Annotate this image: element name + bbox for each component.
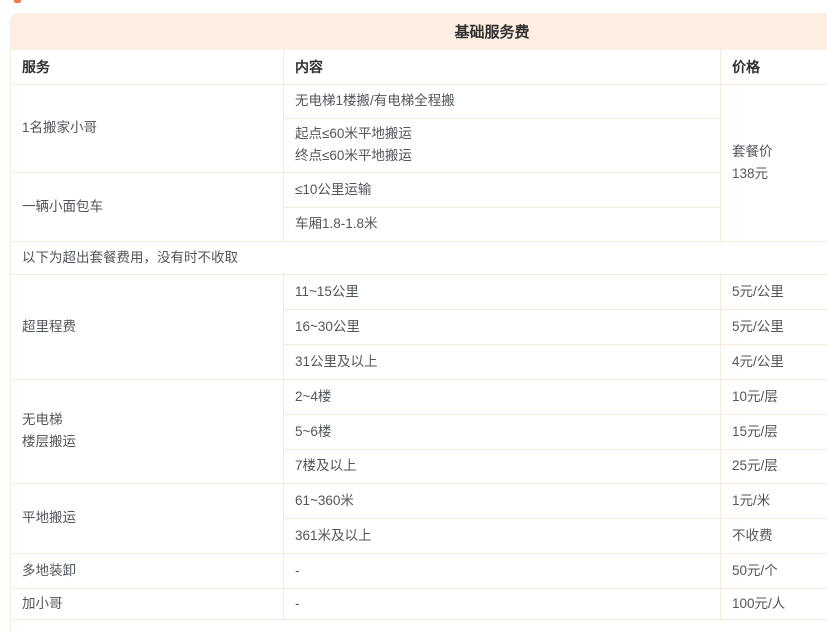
table-row: 加小哥 - 100元/人 xyxy=(11,588,827,619)
top-left-clipped-mark xyxy=(14,0,21,3)
table-row: 一辆小面包车 ≤10公里运输 xyxy=(11,172,827,207)
content-cell: - xyxy=(284,553,721,588)
table-row: 超里程费 11~15公里 5元/公里 xyxy=(11,274,827,309)
price-cell: 1元/米 xyxy=(721,483,827,518)
price-cell: 5元/公里 xyxy=(721,309,827,344)
content-cell: 车厢1.8-1.8米 xyxy=(284,207,721,241)
content-cell: 无电梯1楼搬/有电梯全程搬 xyxy=(284,84,721,118)
table-row: 多地装卸 - 50元/个 xyxy=(11,553,827,588)
price-cell: 25元/层 xyxy=(721,449,827,483)
package-price-cell: 套餐价 138元 xyxy=(721,84,827,241)
content-cell: 7楼及以上 xyxy=(284,449,721,483)
price-cell: 10元/层 xyxy=(721,379,827,414)
price-cell: 不收费 xyxy=(721,518,827,553)
content-cell: 31公里及以上 xyxy=(284,344,721,379)
content-cell: 起点≤60米平地搬运 终点≤60米平地搬运 xyxy=(284,118,721,172)
content-cell: 11~15公里 xyxy=(284,274,721,309)
service-cell-multistop: 多地装卸 xyxy=(11,553,284,588)
table-title-bar: 基础服务费 xyxy=(10,13,827,50)
service-cell-floors: 无电梯 楼层搬运 xyxy=(11,379,284,483)
price-cell: 5元/公里 xyxy=(721,274,827,309)
service-cell-flat-carry: 平地搬运 xyxy=(11,483,284,553)
table-row: 无电梯 楼层搬运 2~4楼 10元/层 xyxy=(11,379,827,414)
table-title: 基础服务费 xyxy=(454,21,529,42)
price-cell: 100元/人 xyxy=(721,588,827,619)
price-cell: 4元/公里 xyxy=(721,344,827,379)
service-cell-mover: 1名搬家小哥 xyxy=(11,84,284,172)
content-cell: 61~360米 xyxy=(284,483,721,518)
table-row: 平地搬运 61~360米 1元/米 xyxy=(11,483,827,518)
price-cell: 15元/层 xyxy=(721,414,827,449)
pricing-grid: 服务 内容 价格 1名搬家小哥 无电梯1楼搬/有电梯全程搬 套餐价 138元 起… xyxy=(10,50,827,632)
service-cell-extra-worker: 加小哥 xyxy=(11,588,284,619)
content-cell: ≤10公里运输 xyxy=(284,172,721,207)
clipped-empty-cell xyxy=(11,619,827,632)
extra-fees-notice: 以下为超出套餐费用，没有时不收取 xyxy=(11,241,827,274)
content-cell: - xyxy=(284,588,721,619)
col-header-price: 价格 xyxy=(721,50,827,84)
content-cell: 2~4楼 xyxy=(284,379,721,414)
page: 基础服务费 服务 内容 价格 1名搬家小哥 无电梯1楼搬/有电梯全程搬 套餐价 … xyxy=(0,0,827,632)
price-cell: 50元/个 xyxy=(721,553,827,588)
notice-row: 以下为超出套餐费用，没有时不收取 xyxy=(11,241,827,274)
content-cell: 5~6楼 xyxy=(284,414,721,449)
content-cell: 16~30公里 xyxy=(284,309,721,344)
clipped-row xyxy=(11,619,827,632)
pricing-table: 基础服务费 服务 内容 价格 1名搬家小哥 无电梯1楼搬/有电梯全程搬 套餐价 … xyxy=(10,13,827,632)
table-row: 1名搬家小哥 无电梯1楼搬/有电梯全程搬 套餐价 138元 xyxy=(11,84,827,118)
column-header-row: 服务 内容 价格 xyxy=(11,50,827,84)
service-cell-van: 一辆小面包车 xyxy=(11,172,284,241)
col-header-content: 内容 xyxy=(284,50,721,84)
service-cell-mileage: 超里程费 xyxy=(11,274,284,379)
content-cell: 361米及以上 xyxy=(284,518,721,553)
col-header-service: 服务 xyxy=(11,50,284,84)
